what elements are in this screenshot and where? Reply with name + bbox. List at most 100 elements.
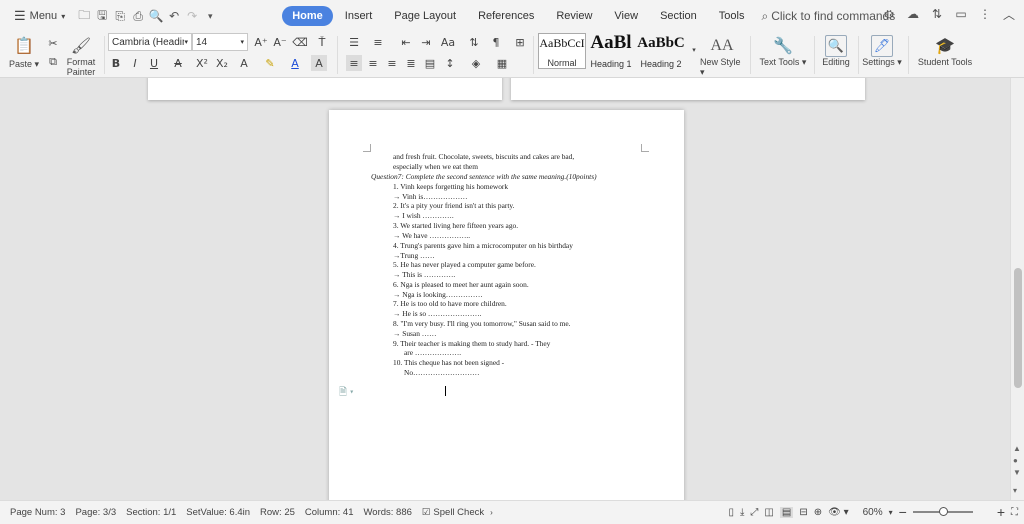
paragraph-handle-icon[interactable]: 🗎 ▾ — [339, 385, 354, 402]
zoom-slider[interactable] — [912, 507, 973, 516]
bullets-icon[interactable]: ☰ — [346, 34, 362, 50]
zoom-out-icon[interactable]: − — [899, 504, 907, 520]
tab-references[interactable]: References — [468, 6, 544, 26]
align-center-icon[interactable]: ≡ — [365, 55, 381, 71]
command-search[interactable]: ⌕ Click to find commands — [761, 9, 895, 24]
font-color-icon[interactable]: A — [287, 55, 303, 71]
export-icon[interactable]: ⎘ — [111, 7, 129, 25]
status-section[interactable]: Section: 1/1 — [126, 507, 176, 518]
menu-button[interactable]: ☰ Menu ▾ — [10, 5, 69, 27]
change-case-icon[interactable]: Aa — [440, 34, 456, 50]
cloud-icon[interactable]: ☁ — [904, 5, 922, 23]
tab-review[interactable]: Review — [546, 6, 602, 26]
pinyin-icon[interactable]: Ť — [314, 34, 330, 50]
settings-button[interactable]: 🖊 Settings ▾ — [862, 32, 902, 78]
zoom-level[interactable]: 60% — [863, 507, 883, 518]
comment-icon[interactable]: ▭ — [952, 5, 970, 23]
font-name-select[interactable]: Cambria (Headings▾ — [108, 33, 192, 51]
vertical-scrollbar[interactable]: ▲ ● ▼ ▾ — [1010, 78, 1024, 500]
bold-icon[interactable]: B — [108, 55, 124, 71]
collapse-ribbon-icon[interactable]: ︿ — [1000, 5, 1018, 23]
underline-icon[interactable]: U — [146, 55, 162, 71]
paste-button[interactable]: 📋 Paste ▾ — [8, 32, 40, 78]
share-icon[interactable]: ⛭ — [880, 5, 898, 23]
book-view-icon[interactable]: ◫ — [764, 507, 773, 518]
more-icon[interactable]: ⋮ — [976, 5, 994, 23]
full-screen-icon[interactable]: ⤢ — [750, 507, 758, 518]
editing-button[interactable]: 🔍 Editing — [818, 32, 854, 78]
print-preview-icon[interactable]: 🔍 — [147, 7, 165, 25]
highlight-icon[interactable]: ✎ — [262, 55, 278, 71]
status-row[interactable]: Row: 25 — [260, 507, 295, 518]
show-marks-icon[interactable]: ¶ — [488, 34, 504, 50]
save-icon[interactable]: 🖫 — [93, 7, 111, 25]
style-heading-2[interactable]: AaBbC Heading 2 — [636, 33, 686, 69]
borders-icon[interactable]: ▦ — [494, 55, 510, 71]
print-icon[interactable]: ⎙ — [129, 7, 147, 25]
select-browse-icon[interactable]: ● — [1013, 456, 1018, 465]
cut-icon[interactable]: ✂ — [45, 35, 61, 51]
grow-font-icon[interactable]: A⁺ — [253, 34, 269, 50]
status-page[interactable]: Page: 3/3 — [75, 507, 116, 518]
web-view-icon[interactable]: ⊕ — [814, 507, 822, 518]
status-set-value[interactable]: SetValue: 6.4in — [186, 507, 250, 518]
read-mode-icon[interactable]: ▯ — [728, 507, 734, 518]
text-tools-button[interactable]: 🔧 Text Tools ▾ — [758, 32, 808, 78]
tab-home[interactable]: Home — [282, 6, 333, 26]
undo-icon[interactable]: ↶ — [165, 7, 183, 25]
font-size-select[interactable]: 14 ▾ — [192, 33, 248, 51]
fit-window-icon[interactable]: ⛶ — [1011, 507, 1018, 518]
eye-protection-icon[interactable]: 👁 ▾ — [828, 507, 849, 518]
strikethrough-icon[interactable]: A — [170, 55, 186, 71]
shrink-font-icon[interactable]: A⁻ — [272, 34, 288, 50]
shading-icon[interactable]: ◈ — [468, 55, 484, 71]
new-style-button[interactable]: AA New Style ▾ — [700, 32, 744, 78]
clear-format-icon[interactable]: ⌫ — [292, 34, 308, 50]
tab-page-layout[interactable]: Page Layout — [384, 6, 466, 26]
web-layout-icon[interactable]: ⊟ — [799, 507, 807, 518]
redo-icon[interactable]: ↷ — [183, 7, 201, 25]
status-page-num[interactable]: Page Num: 3 — [10, 507, 65, 518]
status-column[interactable]: Column: 41 — [305, 507, 354, 518]
style-normal[interactable]: AaBbCcI Normal — [538, 33, 586, 69]
tab-section[interactable]: Section — [650, 6, 707, 26]
decrease-indent-icon[interactable]: ⇤ — [398, 34, 414, 50]
customize-toolbar-icon[interactable]: ▾ — [201, 7, 219, 25]
outline-view-icon[interactable]: ⤓ — [740, 507, 744, 518]
italic-icon[interactable]: I — [127, 55, 143, 71]
line-spacing-icon[interactable]: ↕ — [442, 55, 458, 71]
tab-view[interactable]: View — [604, 6, 648, 26]
character-shading-icon[interactable]: A — [311, 55, 327, 71]
tab-tools[interactable]: Tools — [709, 6, 755, 26]
spell-check-button[interactable]: ☑ Spell Check › — [422, 507, 493, 518]
numbering-icon[interactable]: ≡ — [370, 34, 386, 50]
style-heading-1[interactable]: AaBl Heading 1 — [588, 33, 634, 69]
next-page-icon[interactable]: ▼ — [1013, 468, 1021, 477]
format-painter-button[interactable]: 🖌 Format Painter — [64, 32, 98, 78]
student-tools-button[interactable]: 🎓 Student Tools — [914, 32, 976, 78]
tab-insert[interactable]: Insert — [335, 6, 383, 26]
increase-indent-icon[interactable]: ⇥ — [418, 34, 434, 50]
tab-stops-icon[interactable]: ⊞ — [512, 34, 528, 50]
copy-icon[interactable]: ⧉ — [45, 54, 61, 70]
scroll-down-icon[interactable]: ▾ — [1013, 486, 1017, 495]
sort-icon[interactable]: ⇅ — [466, 34, 482, 50]
justify-icon[interactable]: ≣ — [403, 55, 419, 71]
zoom-in-icon[interactable]: + — [997, 504, 1005, 520]
open-folder-icon[interactable]: 🗀 — [75, 7, 93, 25]
prev-page-icon[interactable]: ▲ — [1013, 444, 1021, 453]
status-words[interactable]: Words: 886 — [363, 507, 411, 518]
zoom-level-chevron-icon[interactable]: ▾ — [889, 508, 893, 517]
page-view-icon[interactable]: ▤ — [779, 506, 794, 518]
scrollbar-thumb[interactable] — [1014, 268, 1022, 388]
align-right-icon[interactable]: ≡ — [384, 55, 400, 71]
document-area[interactable]: and fresh fruit. Chocolate, sweets, bisc… — [0, 78, 1010, 500]
subscript-icon[interactable]: X₂ — [214, 55, 230, 71]
align-left-icon[interactable]: ≡ — [346, 55, 362, 71]
document-page[interactable]: and fresh fruit. Chocolate, sweets, bisc… — [329, 110, 684, 500]
text-effect-icon[interactable]: A — [236, 55, 252, 71]
sync-icon[interactable]: ⇅ — [928, 5, 946, 23]
superscript-icon[interactable]: X² — [194, 55, 210, 71]
zoom-slider-knob[interactable] — [938, 507, 948, 516]
distributed-icon[interactable]: ▤ — [422, 55, 438, 71]
